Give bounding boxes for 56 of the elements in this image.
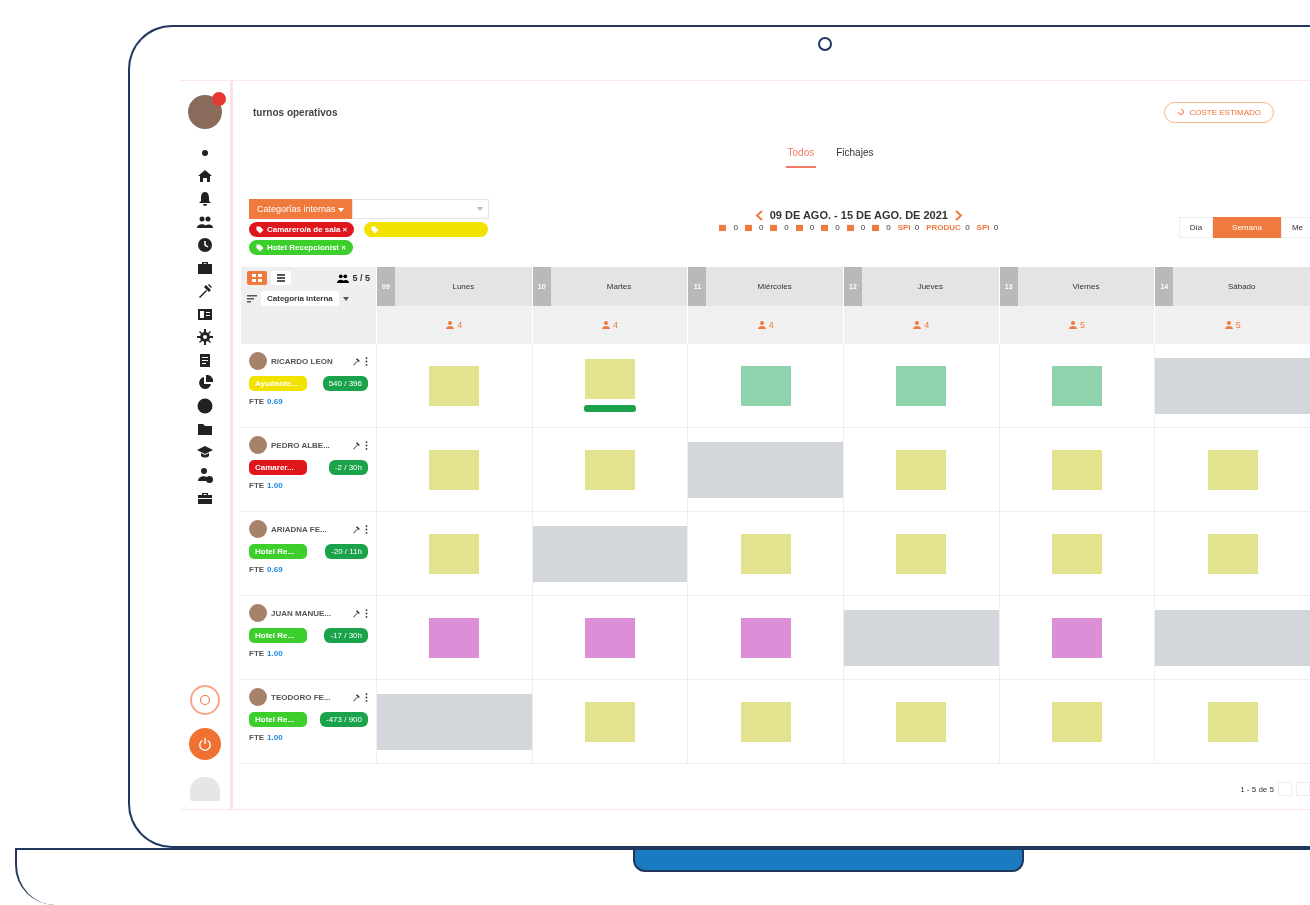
page-title: turnos operativos (253, 106, 338, 118)
category-pill: Camarer... (249, 460, 307, 475)
staff-count: 4 (457, 320, 463, 330)
fte-label: FTE (249, 397, 265, 406)
view-toggle[interactable]: Día (1178, 217, 1214, 238)
fte-value: 1.00 (267, 649, 283, 658)
fte-label: FTE (249, 481, 265, 490)
category-tag[interactable]: Camarero/a de sala × (249, 222, 355, 237)
employee-name[interactable]: JUAN MANUE... (271, 608, 348, 618)
fte-value: 0.69 (267, 565, 283, 574)
category-pill: Ayudante... (249, 376, 307, 391)
day-name: Miércoles (756, 281, 793, 293)
category-pill: Hotel Re... (249, 544, 307, 559)
fte-label: FTE (249, 733, 265, 742)
counter: 0 (784, 223, 789, 232)
counter: 0 (733, 223, 738, 232)
fte-label: FTE (249, 565, 265, 574)
employee-name[interactable]: PEDRO ALBE... (271, 440, 348, 450)
counter: 0 (860, 223, 866, 232)
counter: SPI 0 (976, 223, 999, 232)
staff-count: 4 (924, 320, 930, 330)
employee-name[interactable]: TEODORO FE... (271, 692, 348, 702)
counter: SPI 0 (897, 223, 920, 232)
hours-balance: -473 / 900 (319, 712, 368, 727)
day-name: Viernes (1071, 281, 1101, 293)
tab[interactable]: Fichajes (834, 143, 876, 168)
fte-value: 0.69 (267, 397, 283, 406)
day-name: Jueves (916, 281, 945, 293)
day-name: Martes (605, 281, 633, 293)
employee-name[interactable]: RICARDO LEON (271, 356, 348, 366)
fte-value: 1.00 (267, 733, 283, 742)
hours-balance: -2 / 30h (328, 460, 368, 475)
staff-count: 5 (1235, 320, 1241, 330)
category-pill: Hotel Re... (249, 628, 307, 643)
counter: 0 (758, 223, 764, 232)
staff-count: 4 (768, 320, 774, 330)
counter: 0 (835, 223, 840, 232)
day-name: Sábado (1226, 281, 1257, 293)
category-pill: Hotel Re... (249, 712, 307, 727)
view-toggle[interactable]: Me (1280, 217, 1310, 238)
employee-name[interactable]: ARIADNA FE... (271, 524, 348, 534)
counter: PRODUC 0 (926, 223, 970, 232)
staff-count: 4 (613, 320, 618, 330)
day-name: Lunes (451, 281, 476, 293)
headcount: 5 / 5 (337, 273, 370, 283)
week-range: 09 DE AGO. - 15 DE AGO. DE 2021 (769, 209, 948, 221)
fte-label: FTE (249, 649, 265, 658)
pagination-label: 1 - 5 de 5 (1240, 784, 1274, 794)
hours-balance: 540 / 396 (322, 376, 368, 391)
hours-balance: -20 / 11h (325, 544, 368, 559)
staff-count: 5 (1080, 320, 1086, 330)
counter: 0 (886, 223, 891, 232)
sort-select[interactable]: Categoría interna (261, 291, 339, 306)
hours-balance: -17 / 30h (324, 628, 368, 643)
counter: 0 (809, 223, 815, 232)
fte-value: 1.00 (267, 481, 283, 490)
